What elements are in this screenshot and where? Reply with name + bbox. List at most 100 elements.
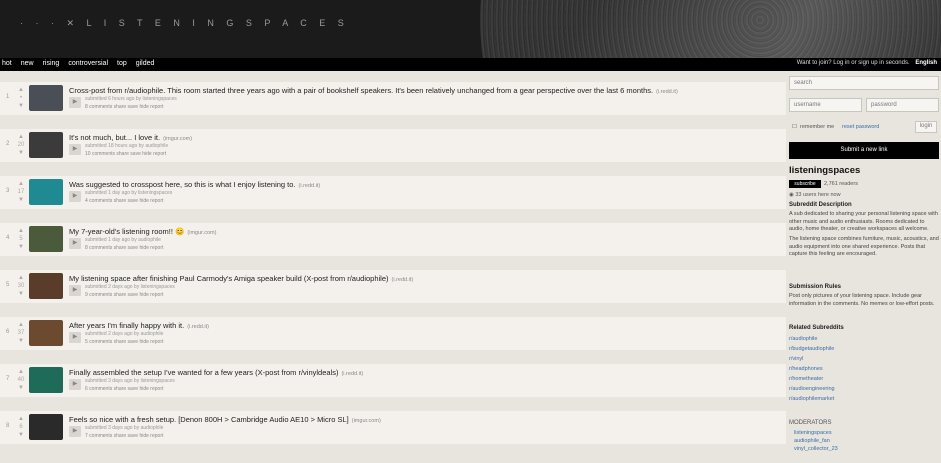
post-row: 4 ▲ 5 ▼ My 7-year-old's listening room!! 😊 (i… — [0, 223, 786, 256]
post-domain[interactable]: (i.redd.it) — [656, 89, 678, 95]
post-domain[interactable]: (i.redd.it) — [341, 371, 363, 377]
post-score: 17 — [17, 189, 25, 195]
post-thumbnail[interactable] — [29, 367, 63, 393]
login-button[interactable]: login — [915, 121, 937, 133]
upvote-arrow-icon[interactable]: ▲ — [16, 274, 26, 282]
downvote-arrow-icon[interactable]: ▼ — [16, 337, 26, 345]
online-count: ◉ 33 users here now — [789, 192, 841, 198]
expand-play-icon[interactable]: ▶ — [69, 426, 81, 437]
moderator-link[interactable]: audiophile_fan — [794, 438, 830, 444]
related-link[interactable]: r/hometheater — [789, 376, 823, 382]
tab-top[interactable]: top — [117, 60, 127, 67]
post-row: 8 ▲ 6 ▼ Feels so nice with a fresh setup. [D… — [0, 411, 786, 444]
expand-play-icon[interactable]: ▶ — [69, 379, 81, 390]
post-title-link[interactable]: My listening space after finishing Paul … — [69, 274, 389, 283]
expand-play-icon[interactable]: ▶ — [69, 144, 81, 155]
expand-play-icon[interactable]: ▶ — [69, 332, 81, 343]
related-link[interactable]: r/vinyl — [789, 356, 803, 362]
post-action-links[interactable]: 5 comments share save hide report — [85, 339, 163, 345]
downvote-arrow-icon[interactable]: ▼ — [16, 102, 26, 110]
subreddit-title[interactable]: listeningspaces — [789, 165, 860, 176]
reader-count: 2,761 readers — [824, 181, 858, 187]
downvote-arrow-icon[interactable]: ▼ — [16, 196, 26, 204]
expand-play-icon[interactable]: ▶ — [69, 238, 81, 249]
related-link[interactable]: r/audiophilemarket — [789, 396, 834, 402]
moderator-link[interactable]: listeningspaces — [794, 430, 832, 436]
post-thumbnail[interactable] — [29, 132, 63, 158]
post-title-link[interactable]: Finally assembled the setup I've wanted … — [69, 368, 338, 377]
post-thumbnail[interactable] — [29, 273, 63, 299]
post-domain[interactable]: (i.redd.it) — [187, 324, 209, 330]
downvote-arrow-icon[interactable]: ▼ — [16, 290, 26, 298]
subscribe-button[interactable]: subscribe — [789, 180, 821, 188]
expand-play-icon[interactable]: ▶ — [69, 97, 81, 108]
post-action-links[interactable]: 6 comments share save hide report — [85, 386, 163, 392]
post-tagline: submitted 1 day ago by listeningspaces — [85, 190, 173, 196]
upvote-arrow-icon[interactable]: ▲ — [16, 415, 26, 423]
password-field[interactable]: password — [866, 98, 939, 112]
post-score: 20 — [17, 142, 25, 148]
post-row: 3 ▲ 17 ▼ Was suggested to crosspost here, so… — [0, 176, 786, 209]
post-action-links[interactable]: 9 comments share save hide report — [85, 292, 163, 298]
related-link[interactable]: r/audiophile — [789, 336, 817, 342]
expand-play-icon[interactable]: ▶ — [69, 191, 81, 202]
tab-new[interactable]: new — [21, 60, 34, 67]
post-action-links[interactable]: 10 comments share save hide report — [85, 151, 166, 157]
post-rank: 7 — [6, 376, 10, 382]
post-title-link[interactable]: Feels so nice with a fresh setup. [Denon… — [69, 415, 349, 424]
post-title-link[interactable]: Cross-post from r/audiophile. This room … — [69, 86, 653, 95]
sidebar: search username password ☐ remember me r… — [788, 74, 941, 463]
rules-heading: Submission Rules — [789, 284, 842, 290]
post-thumbnail[interactable] — [29, 226, 63, 252]
downvote-arrow-icon[interactable]: ▼ — [16, 149, 26, 157]
tab-hot[interactable]: hot — [2, 60, 12, 67]
post-title-link[interactable]: My 7-year-old's listening room!! 😊 — [69, 227, 184, 236]
username-field[interactable]: username — [789, 98, 862, 112]
related-link[interactable]: r/budgetaudiophile — [789, 346, 834, 352]
submit-link-button[interactable]: Submit a new link — [789, 142, 939, 159]
post-domain[interactable]: (i.redd.it) — [299, 183, 321, 189]
post-thumbnail[interactable] — [29, 85, 63, 111]
tab-rising[interactable]: rising — [43, 60, 60, 67]
related-link[interactable]: r/headphones — [789, 366, 823, 372]
login-prompt-link[interactable]: Want to join? Log in or sign up in secon… — [797, 60, 910, 66]
post-row: 5 ▲ 30 ▼ My listening space after finishing … — [0, 270, 786, 303]
post-domain[interactable]: (imgur.com) — [187, 230, 216, 236]
post-domain[interactable]: (imgur.com) — [352, 418, 381, 424]
post-title-link[interactable]: It's not much, but... I love it. — [69, 133, 160, 142]
expand-play-icon[interactable]: ▶ — [69, 285, 81, 296]
downvote-arrow-icon[interactable]: ▼ — [16, 243, 26, 251]
post-rank: 1 — [6, 94, 10, 100]
upvote-arrow-icon[interactable]: ▲ — [16, 321, 26, 329]
post-title-link[interactable]: After years I'm finally happy with it. — [69, 321, 184, 330]
post-thumbnail[interactable] — [29, 414, 63, 440]
search-input[interactable]: search — [789, 76, 939, 90]
post-thumbnail[interactable] — [29, 320, 63, 346]
post-list: 1 ▲ • ▼ Cross-post from r/audiophile. This r… — [0, 82, 786, 458]
upvote-arrow-icon[interactable]: ▲ — [16, 227, 26, 235]
downvote-arrow-icon[interactable]: ▼ — [16, 384, 26, 392]
post-action-links[interactable]: 7 comments share save hide report — [85, 433, 163, 439]
upvote-arrow-icon[interactable]: ▲ — [16, 133, 26, 141]
remember-checkbox[interactable]: ☐ — [792, 124, 797, 130]
rules-text: Post only pictures of your listening spa… — [789, 293, 935, 307]
related-link[interactable]: r/audioengineering — [789, 386, 835, 392]
post-domain[interactable]: (imgur.com) — [163, 136, 192, 142]
upvote-arrow-icon[interactable]: ▲ — [16, 86, 26, 94]
post-thumbnail[interactable] — [29, 179, 63, 205]
site-logo[interactable]: · · · ✕ L I S T E N I N G S P A C E S — [20, 18, 349, 29]
post-action-links[interactable]: 4 comments share save hide report — [85, 198, 163, 204]
downvote-arrow-icon[interactable]: ▼ — [16, 431, 26, 439]
tab-gilded[interactable]: gilded — [136, 60, 155, 67]
language-link[interactable]: English — [915, 60, 937, 66]
post-domain[interactable]: (i.redd.it) — [392, 277, 414, 283]
post-action-links[interactable]: 8 comments share save hide report — [85, 104, 163, 110]
post-action-links[interactable]: 8 comments share save hide report — [85, 245, 163, 251]
moderator-link[interactable]: vinyl_collector_23 — [794, 446, 838, 452]
reset-password-link[interactable]: reset password — [842, 124, 879, 130]
tab-controversial[interactable]: controversial — [68, 60, 108, 67]
upvote-arrow-icon[interactable]: ▲ — [16, 180, 26, 188]
upvote-arrow-icon[interactable]: ▲ — [16, 368, 26, 376]
post-title-link[interactable]: Was suggested to crosspost here, so this… — [69, 180, 296, 189]
post-rank: 6 — [6, 329, 10, 335]
